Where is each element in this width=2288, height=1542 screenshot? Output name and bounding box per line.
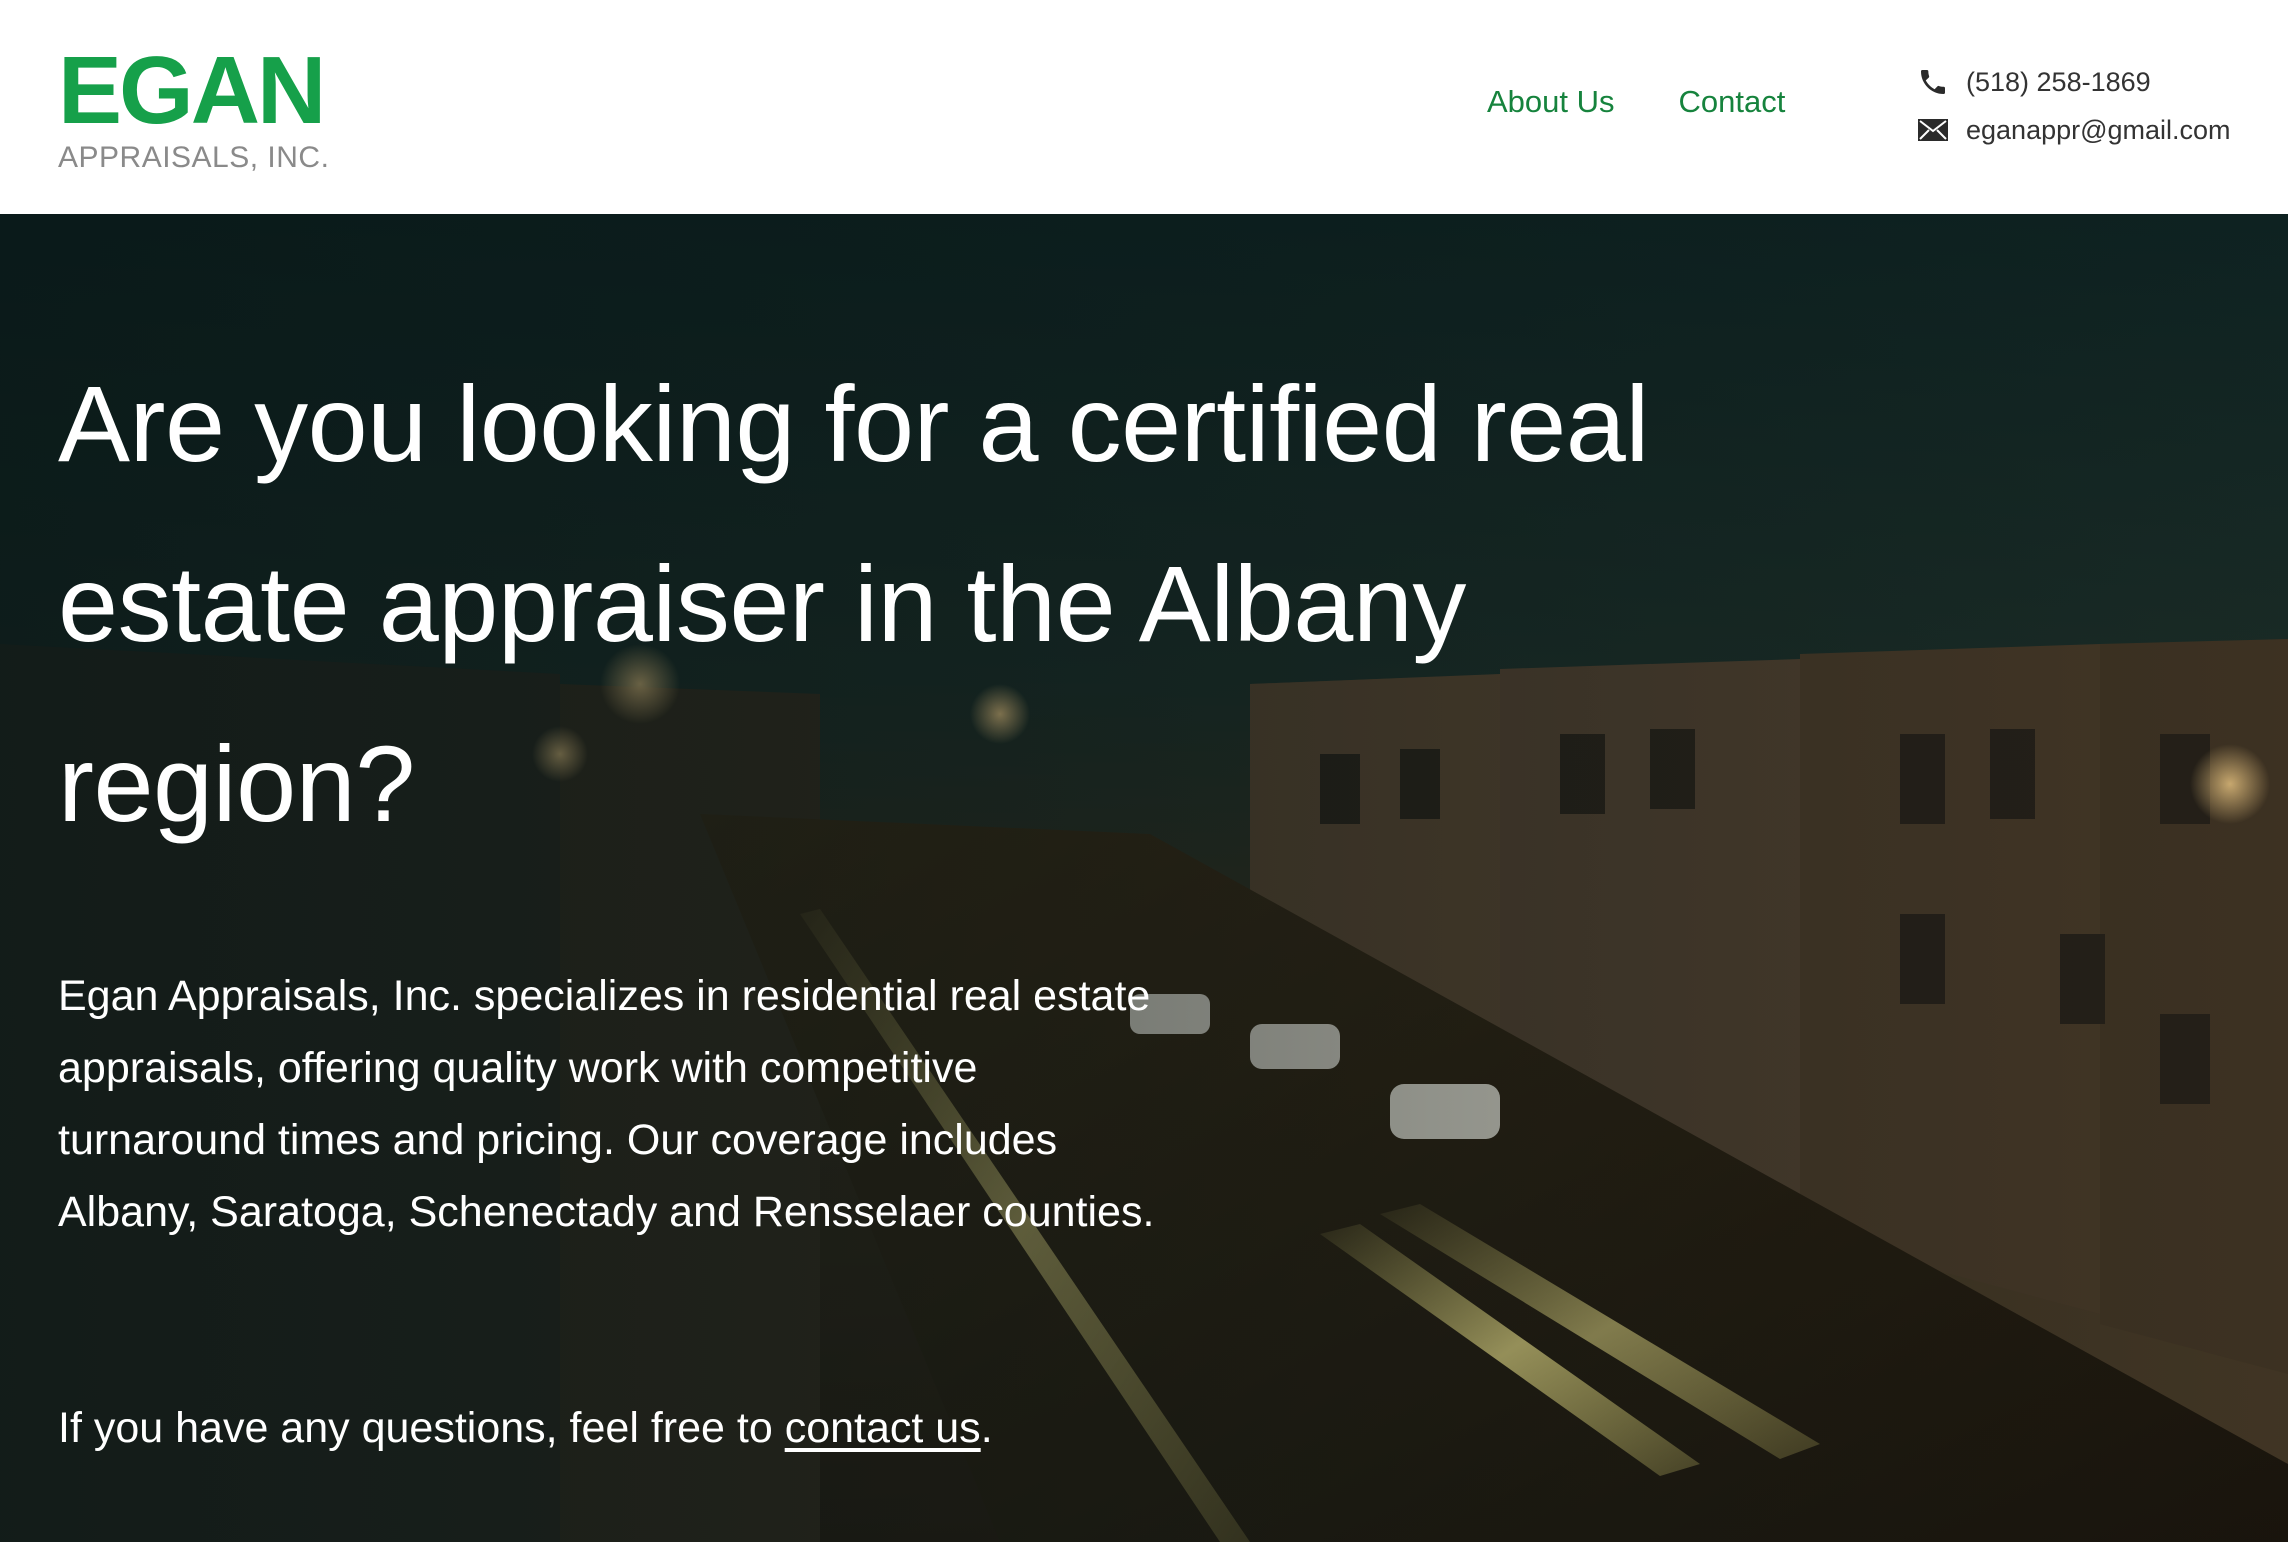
contact-us-link[interactable]: contact us bbox=[785, 1404, 981, 1452]
nav-link-about-us[interactable]: About Us bbox=[1487, 82, 1615, 122]
logo-wordmark: EGAN bbox=[58, 37, 326, 144]
logo[interactable]: EGAN APPRAISALS, INC. bbox=[58, 37, 330, 176]
cta-suffix: . bbox=[980, 1404, 993, 1452]
contact-info: (518) 258-1869 eganappr@gmail.com bbox=[1916, 58, 2231, 154]
site-header: EGAN APPRAISALS, INC. About Us Contact (… bbox=[0, 0, 2288, 214]
email-link[interactable]: eganappr@gmail.com bbox=[1966, 115, 2231, 146]
email-row: eganappr@gmail.com bbox=[1916, 106, 2231, 154]
hero-section: Are you looking for a certified real est… bbox=[0, 214, 2288, 1542]
cta-prefix: If you have any questions, feel free to bbox=[58, 1404, 785, 1452]
phone-row: (518) 258-1869 bbox=[1916, 58, 2231, 106]
hero-headline: Are you looking for a certified real est… bbox=[58, 363, 1649, 844]
nav-link-contact[interactable]: Contact bbox=[1679, 82, 1786, 122]
hero-description: Egan Appraisals, Inc. specializes in res… bbox=[58, 972, 1155, 1236]
logo-subtitle: APPRAISALS, INC. bbox=[58, 141, 330, 174]
phone-link[interactable]: (518) 258-1869 bbox=[1966, 67, 2151, 98]
envelope-icon bbox=[1916, 113, 1950, 147]
phone-icon bbox=[1916, 65, 1950, 99]
main-nav: About Us Contact bbox=[1487, 82, 1785, 122]
hero-cta-text: If you have any questions, feel free to … bbox=[58, 1392, 993, 1464]
